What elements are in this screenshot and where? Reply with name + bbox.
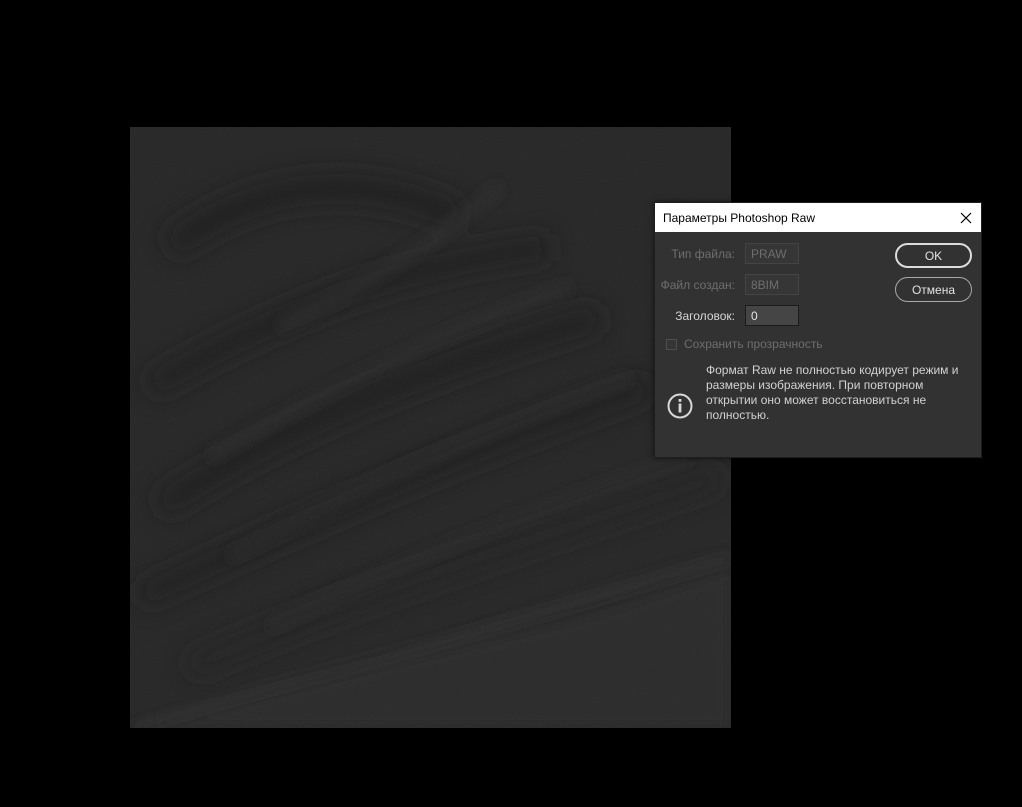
- creator-row: Файл создан:: [655, 274, 799, 295]
- save-transparency-checkbox: [666, 338, 677, 350]
- info-icon: [667, 393, 693, 419]
- header-label: Заголовок:: [675, 308, 735, 323]
- canvas-image: [130, 127, 731, 728]
- dialog-titlebar[interactable]: Параметры Photoshop Raw: [655, 203, 981, 232]
- file-type-input: [745, 243, 799, 264]
- cancel-button[interactable]: Отмена: [895, 277, 972, 302]
- close-icon: [960, 212, 972, 223]
- ok-button[interactable]: OK: [895, 243, 972, 268]
- document-canvas[interactable]: [130, 127, 731, 728]
- file-type-row: Тип файла:: [655, 243, 799, 264]
- file-type-label: Тип файла:: [671, 246, 735, 261]
- dialog-title: Параметры Photoshop Raw: [663, 210, 816, 225]
- info-message: Формат Raw не полностью кодирует режим и…: [706, 363, 959, 422]
- workspace: Параметры Photoshop Raw Тип файла: Файл …: [0, 0, 1022, 807]
- creator-label: Файл создан:: [660, 277, 735, 292]
- save-transparency-option: Сохранить прозрачность: [666, 337, 823, 351]
- photoshop-raw-options-dialog: Параметры Photoshop Raw Тип файла: Файл …: [654, 202, 982, 458]
- save-transparency-label: Сохранить прозрачность: [684, 337, 823, 351]
- close-button[interactable]: [951, 203, 981, 232]
- creator-input: [745, 274, 799, 295]
- header-input[interactable]: [745, 305, 799, 326]
- header-row: Заголовок:: [655, 305, 799, 326]
